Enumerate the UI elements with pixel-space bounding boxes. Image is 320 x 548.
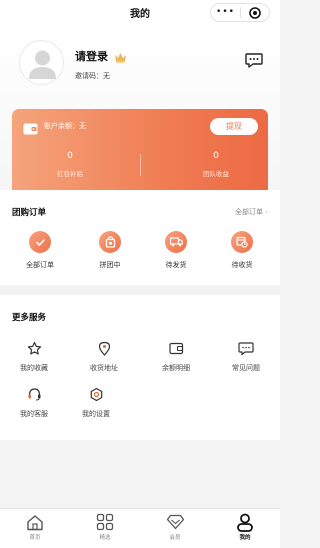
services-section: 更多服务 我的收藏 收货地址 余额明细 常见问题 我的客服 我的设置 bbox=[0, 295, 280, 440]
orders-section: 团购订单 全部订单 › 全部订单 拼团中 待发货 待收货 bbox=[0, 190, 280, 285]
user-silhouette-icon bbox=[29, 50, 56, 79]
withdraw-button[interactable]: 提现 bbox=[210, 118, 258, 135]
profile-icon bbox=[220, 513, 270, 532]
tab-label: 我的 bbox=[239, 535, 251, 541]
grid-icon bbox=[80, 513, 130, 531]
delivery-truck-icon bbox=[165, 231, 187, 253]
stat-value: 0 bbox=[67, 151, 73, 161]
service-label: 我的设置 bbox=[82, 410, 110, 418]
stat-label: 团队收益 bbox=[203, 170, 229, 178]
diamond-icon bbox=[150, 513, 200, 531]
wallet-icon bbox=[23, 120, 38, 139]
stat-red-packet[interactable]: 0 红包补贴 bbox=[20, 150, 120, 178]
invite-code-value: 无 bbox=[103, 72, 110, 80]
login-prompt[interactable]: 请登录 bbox=[75, 48, 108, 64]
service-label: 余额明细 bbox=[162, 364, 190, 372]
service-customer-service[interactable]: 我的客服 bbox=[4, 386, 64, 419]
question-chat-icon bbox=[216, 340, 276, 356]
account-balance-label: 账户余额：无 bbox=[44, 122, 86, 130]
wallet-card: 账户余额：无 提现 0 红包补贴 0 团队收益 bbox=[12, 109, 268, 190]
location-pin-icon bbox=[74, 340, 134, 356]
avatar[interactable] bbox=[19, 40, 64, 85]
service-settings[interactable]: 我的设置 bbox=[66, 386, 126, 419]
order-grouping[interactable]: 拼团中 bbox=[82, 231, 138, 270]
settings-gear-icon bbox=[66, 386, 126, 402]
order-label: 待收货 bbox=[231, 261, 253, 269]
tab-label: 精选 bbox=[99, 535, 111, 541]
tab-label: 会员 bbox=[169, 535, 181, 541]
stat-divider bbox=[140, 154, 141, 176]
service-label: 我的客服 bbox=[20, 410, 48, 418]
all-orders-link[interactable]: 全部订单 › bbox=[235, 207, 268, 217]
package-clock-icon bbox=[231, 231, 253, 253]
service-favorites[interactable]: 我的收藏 bbox=[4, 340, 64, 373]
tab-home[interactable]: 首页 bbox=[10, 513, 60, 541]
star-icon bbox=[4, 340, 64, 356]
tab-label: 首页 bbox=[29, 535, 41, 541]
tab-mine[interactable]: 我的 bbox=[220, 513, 270, 541]
tab-featured[interactable]: 精选 bbox=[80, 513, 130, 541]
chat-bubble-icon[interactable] bbox=[244, 50, 264, 74]
chevron-right-icon: › bbox=[265, 208, 268, 216]
invite-code-label: 邀请码 bbox=[75, 72, 96, 80]
stat-label: 红包补贴 bbox=[57, 170, 83, 178]
home-icon bbox=[10, 513, 60, 531]
crown-icon bbox=[114, 48, 127, 67]
stat-value: 0 bbox=[213, 151, 219, 161]
services-title: 更多服务 bbox=[12, 313, 47, 323]
stat-team-income[interactable]: 0 团队收益 bbox=[166, 150, 266, 178]
close-target-button[interactable] bbox=[241, 6, 269, 19]
order-to-receive[interactable]: 待收货 bbox=[214, 231, 270, 270]
mini-program-capsule: ••• bbox=[210, 3, 270, 22]
order-all[interactable]: 全部订单 bbox=[12, 231, 68, 270]
service-label: 我的收藏 bbox=[20, 364, 48, 372]
service-label: 收货地址 bbox=[90, 364, 118, 372]
service-address[interactable]: 收货地址 bbox=[74, 340, 134, 373]
customer-service-icon bbox=[4, 386, 64, 402]
all-orders-label: 全部订单 bbox=[234, 208, 263, 216]
shopping-bag-icon bbox=[99, 231, 121, 253]
check-icon bbox=[29, 231, 51, 253]
service-balance-detail[interactable]: 余额明细 bbox=[146, 340, 206, 373]
target-icon bbox=[249, 6, 261, 19]
navigation-bar: 我的 ••• bbox=[0, 0, 280, 25]
service-faq[interactable]: 常见问题 bbox=[216, 340, 276, 373]
orders-title: 团购订单 bbox=[12, 208, 47, 218]
invite-code: 邀请码：无 bbox=[75, 72, 110, 80]
wallet-icon bbox=[146, 340, 206, 356]
order-label: 拼团中 bbox=[99, 261, 121, 269]
more-menu-button[interactable]: ••• bbox=[211, 4, 240, 21]
order-label: 全部订单 bbox=[26, 261, 54, 269]
tab-member[interactable]: 会员 bbox=[150, 513, 200, 541]
service-label: 常见问题 bbox=[232, 364, 260, 372]
order-to-ship[interactable]: 待发货 bbox=[148, 231, 204, 270]
tab-bar: 首页 精选 会员 我的 bbox=[0, 508, 280, 548]
order-label: 待发货 bbox=[165, 261, 187, 269]
